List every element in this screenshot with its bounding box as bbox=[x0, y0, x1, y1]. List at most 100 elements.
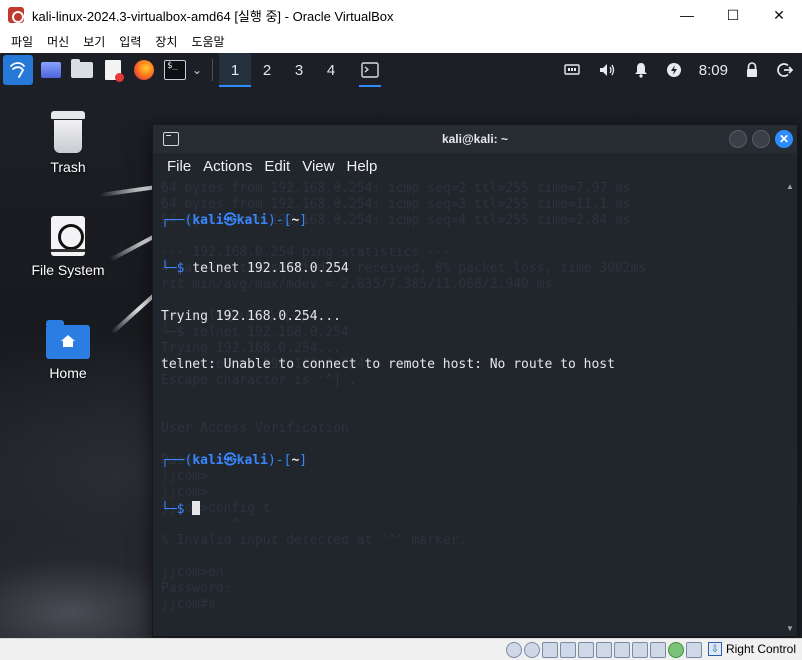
desktop-icon-label: File System bbox=[31, 262, 105, 278]
folder-icon bbox=[71, 59, 93, 78]
lock-screen-icon[interactable] bbox=[745, 62, 759, 78]
vbox-status-bar: ⇩ Right Control bbox=[0, 638, 802, 660]
workspace-4[interactable]: 4 bbox=[315, 53, 347, 87]
ghost-line: Password: bbox=[161, 581, 232, 596]
command-line: └─$ telnet 192.168.0.254 bbox=[161, 261, 349, 276]
vbox-titlebar: kali-linux-2024.3-virtualbox-amd64 [실행 중… bbox=[0, 0, 802, 30]
scroll-down-arrow-icon[interactable]: ▼ bbox=[785, 623, 795, 633]
terminal-menu-view[interactable]: View bbox=[296, 158, 340, 175]
workspace-1[interactable]: 1 bbox=[219, 53, 252, 87]
display-icon[interactable] bbox=[614, 642, 630, 658]
home-folder-icon bbox=[46, 320, 90, 359]
menu-help[interactable]: 도움말 bbox=[184, 33, 231, 50]
menu-devices[interactable]: 장치 bbox=[148, 33, 184, 50]
show-desktop-icon bbox=[41, 62, 61, 78]
output-line: Trying 192.168.0.254... bbox=[161, 309, 342, 324]
desktop-icon-label: Trash bbox=[50, 159, 86, 175]
desktop-icon-label: Home bbox=[49, 365, 87, 381]
input-line[interactable]: └─$ bbox=[161, 501, 615, 517]
firefox-launcher[interactable] bbox=[131, 57, 157, 83]
kali-menu-button[interactable] bbox=[3, 55, 33, 85]
logout-icon[interactable] bbox=[777, 62, 793, 78]
window-controls: — ☐ ✕ bbox=[664, 0, 802, 30]
terminal-scrollbar[interactable]: ▲ ▼ bbox=[785, 181, 795, 633]
virtualbox-app-icon bbox=[8, 7, 24, 23]
drive-icon bbox=[51, 216, 85, 256]
kali-dragon-icon bbox=[10, 62, 25, 78]
terminal-menu-file[interactable]: File bbox=[161, 158, 197, 175]
terminal-window-controls: ✕ bbox=[724, 130, 793, 148]
minimize-button[interactable]: — bbox=[664, 0, 710, 30]
prompt-line: ┌──(kali㉿kali)-[~] bbox=[161, 213, 308, 228]
desktop-icon-file-system[interactable]: File System bbox=[18, 216, 118, 278]
system-tray: 8:09 bbox=[555, 53, 802, 87]
host-key-label: Right Control bbox=[725, 642, 796, 656]
terminal-menubar: File Actions Edit View Help bbox=[153, 153, 797, 179]
file-manager-launcher[interactable] bbox=[69, 57, 95, 83]
text-editor-icon bbox=[105, 60, 124, 82]
optical-drive-icon[interactable] bbox=[524, 642, 540, 658]
terminal-title: kali@kali: ~ bbox=[441, 132, 509, 146]
terminal-live-text: ┌──(kali㉿kali)-[~] └─$ telnet 192.168.0.… bbox=[161, 181, 615, 549]
maximize-button[interactable]: ☐ bbox=[710, 0, 756, 30]
kali-top-panel: $_ ⌄ 1 2 3 4 8:09 bbox=[0, 53, 802, 87]
ghost-line: jjcom>en bbox=[161, 565, 224, 580]
usb-icon[interactable] bbox=[578, 642, 594, 658]
window-title: kali-linux-2024.3-virtualbox-amd64 [실행 중… bbox=[32, 8, 394, 24]
workspace-2[interactable]: 2 bbox=[251, 53, 283, 87]
terminal-window-icon bbox=[361, 62, 379, 78]
panel-separator bbox=[212, 59, 214, 81]
notification-bell-icon[interactable] bbox=[634, 62, 648, 78]
terminal-minimize-button[interactable] bbox=[729, 130, 747, 148]
text-cursor bbox=[192, 501, 201, 515]
host-key-indicator[interactable]: ⇩ Right Control bbox=[707, 642, 796, 656]
ghost-line: jjcom#▯ bbox=[161, 597, 216, 612]
menu-machine[interactable]: 머신 bbox=[40, 33, 76, 50]
network-icon[interactable] bbox=[564, 63, 580, 77]
workspace-3[interactable]: 3 bbox=[283, 53, 315, 87]
terminal-maximize-button[interactable] bbox=[752, 130, 770, 148]
network-adapter-icon[interactable] bbox=[560, 642, 576, 658]
audio-icon[interactable] bbox=[542, 642, 558, 658]
chevron-down-icon[interactable]: ⌄ bbox=[192, 63, 202, 77]
terminal-menu-help[interactable]: Help bbox=[340, 158, 383, 175]
guest-additions-icon[interactable] bbox=[668, 642, 684, 658]
desktop-icon-trash[interactable]: Trash bbox=[18, 111, 118, 175]
terminal-menu-actions[interactable]: Actions bbox=[197, 158, 258, 175]
output-line: telnet: Unable to connect to remote host… bbox=[161, 357, 615, 372]
firefox-icon bbox=[134, 60, 154, 80]
mouse-integration-icon[interactable] bbox=[686, 642, 702, 658]
shared-folders-icon[interactable] bbox=[596, 642, 612, 658]
clock[interactable]: 8:09 bbox=[699, 62, 728, 79]
text-editor-launcher[interactable] bbox=[100, 57, 126, 83]
taskbar-terminal-window[interactable] bbox=[355, 53, 385, 87]
terminal-launcher[interactable]: $_ bbox=[162, 57, 188, 83]
cpu-icon[interactable] bbox=[650, 642, 666, 658]
menu-view[interactable]: 보기 bbox=[76, 33, 112, 50]
volume-icon[interactable] bbox=[598, 62, 616, 78]
scrollbar-track[interactable] bbox=[785, 191, 795, 623]
terminal-title-icon bbox=[163, 132, 179, 146]
status-indicators bbox=[504, 642, 702, 658]
power-manager-icon[interactable] bbox=[666, 62, 682, 78]
vbox-menubar: 파일 머신 보기 입력 장치 도움말 bbox=[0, 30, 802, 53]
menu-input[interactable]: 입력 bbox=[112, 33, 148, 50]
terminal-icon: $_ bbox=[164, 60, 186, 80]
terminal-close-button[interactable]: ✕ bbox=[775, 130, 793, 148]
show-desktop-launcher[interactable] bbox=[38, 57, 64, 83]
terminal-output[interactable]: 64 bytes from 192.168.0.254: icmp_seq=2 … bbox=[153, 179, 783, 637]
scroll-up-arrow-icon[interactable]: ▲ bbox=[785, 181, 795, 191]
hard-disk-icon[interactable] bbox=[506, 642, 522, 658]
desktop-icon-home[interactable]: Home bbox=[18, 320, 118, 381]
recording-icon[interactable] bbox=[632, 642, 648, 658]
keyboard-arrow-down-icon: ⇩ bbox=[707, 642, 722, 656]
typed-command: telnet 192.168.0.254 bbox=[192, 261, 349, 276]
prompt-line: ┌──(kali㉿kali)-[~] bbox=[161, 453, 308, 468]
terminal-menu-edit[interactable]: Edit bbox=[258, 158, 296, 175]
menu-file[interactable]: 파일 bbox=[4, 33, 40, 50]
ghost-line bbox=[161, 549, 646, 565]
guest-screen[interactable]: $_ ⌄ 1 2 3 4 8:09 Trash File System Home… bbox=[0, 53, 802, 638]
terminal-titlebar[interactable]: kali@kali: ~ ✕ bbox=[153, 125, 797, 153]
close-button[interactable]: ✕ bbox=[756, 0, 802, 30]
terminal-window[interactable]: kali@kali: ~ ✕ File Actions Edit View He… bbox=[152, 124, 798, 637]
